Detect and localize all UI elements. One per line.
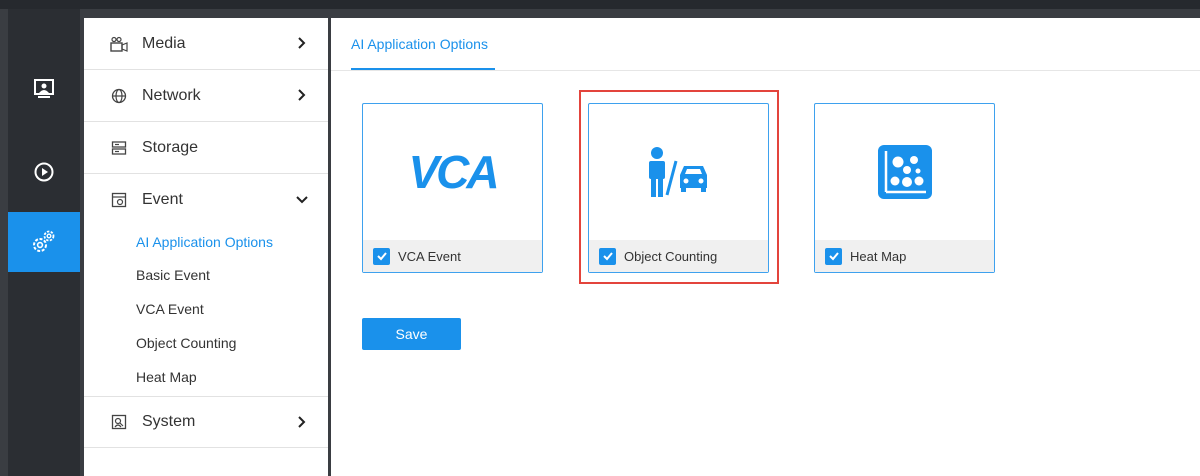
rail-settings[interactable] xyxy=(8,212,80,272)
card-vca-event[interactable]: VCA VCA Event xyxy=(362,103,543,273)
card-footer: Heat Map xyxy=(815,240,994,272)
nav-item-media-label: Media xyxy=(142,34,186,52)
tab-ai-application-options[interactable]: AI Application Options xyxy=(351,36,488,52)
highlight-box xyxy=(579,90,779,284)
chevron-right-icon xyxy=(298,416,306,428)
chevron-right-icon xyxy=(298,37,306,49)
checkmark-icon xyxy=(828,252,839,261)
nav-item-media[interactable]: Media xyxy=(84,18,328,70)
chevron-down-icon xyxy=(296,196,308,204)
nav-sub-ai-application-options[interactable]: AI Application Options xyxy=(136,232,273,252)
heat-map-label: Heat Map xyxy=(850,248,907,264)
vca-event-label: VCA Event xyxy=(398,248,461,264)
vca-logo: VCA xyxy=(363,104,542,240)
system-icon xyxy=(108,411,130,433)
heat-map-checkbox[interactable] xyxy=(825,247,842,265)
tab-active-underline xyxy=(351,68,495,70)
nav-item-system-label: System xyxy=(142,413,196,430)
card-footer: VCA Event xyxy=(363,240,542,272)
gears-icon xyxy=(33,230,55,252)
tab-bar: AI Application Options xyxy=(331,18,1200,71)
storage-icon xyxy=(108,137,130,159)
card-heat-map[interactable]: Heat Map xyxy=(814,103,995,273)
play-circle-icon xyxy=(34,162,54,182)
save-button[interactable]: Save xyxy=(362,318,461,350)
nav-item-network-label: Network xyxy=(142,86,201,104)
nav-item-storage-label: Storage xyxy=(142,138,199,156)
nav-item-event-label: Event xyxy=(142,191,183,208)
monitor-icon xyxy=(34,79,54,98)
top-bar xyxy=(0,0,1200,9)
nav-sub-heat-map[interactable]: Heat Map xyxy=(136,367,197,387)
heat-map-icon xyxy=(815,104,994,240)
rail-playback[interactable] xyxy=(8,142,80,202)
vca-logo-text: VCA xyxy=(408,146,499,198)
chevron-right-icon xyxy=(298,89,306,101)
globe-icon xyxy=(108,85,130,107)
app-window: Media Network Storage Event AI Applicati… xyxy=(0,0,1200,476)
event-icon xyxy=(108,189,130,211)
nav-item-network[interactable]: Network xyxy=(84,70,328,122)
settings-nav: Media Network Storage Event AI Applicati… xyxy=(84,18,328,476)
checkmark-icon xyxy=(376,252,387,261)
nav-sub-basic-event[interactable]: Basic Event xyxy=(136,265,210,285)
nav-item-system[interactable]: System xyxy=(84,396,328,448)
nav-item-event[interactable]: Event xyxy=(84,174,328,226)
vca-event-checkbox[interactable] xyxy=(373,247,390,265)
media-icon xyxy=(108,33,130,55)
nav-sub-vca-event[interactable]: VCA Event xyxy=(136,299,204,319)
rail-live-view[interactable] xyxy=(8,59,80,119)
nav-item-storage[interactable]: Storage xyxy=(84,122,328,174)
icon-rail xyxy=(8,9,80,476)
nav-sub-object-counting[interactable]: Object Counting xyxy=(136,333,236,353)
